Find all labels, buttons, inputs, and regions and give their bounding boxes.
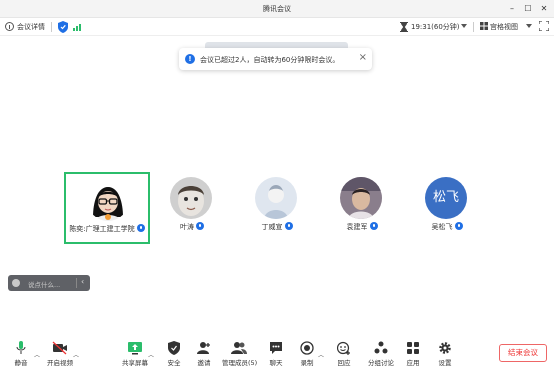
breakout-button[interactable]: 分组讨论 [364, 341, 398, 367]
collapse-arrow-icon[interactable]: ‹ [81, 277, 84, 286]
shield-icon [168, 341, 180, 355]
close-button[interactable]: ✕ [537, 2, 551, 16]
participant-name-row: 丁威宣 [234, 222, 320, 232]
avatar [340, 177, 382, 219]
avatar [255, 177, 297, 219]
participant-name: 叶涛 [180, 223, 194, 231]
microphone-icon [136, 224, 145, 232]
reaction-icon [337, 341, 350, 355]
invite-button[interactable]: 邀请 [187, 341, 221, 367]
microphone-icon [196, 222, 204, 230]
reactions-label: 回应 [337, 359, 351, 367]
video-off-icon [52, 341, 67, 355]
chevron-down-icon[interactable] [461, 24, 467, 28]
divider [473, 22, 474, 32]
security-label: 安全 [167, 359, 181, 367]
share-screen-icon [128, 342, 142, 355]
mute-button[interactable]: 静音 [4, 341, 38, 367]
participant-tile[interactable]: 袁建军 [319, 172, 405, 244]
chat-icon [270, 342, 282, 354]
participant-name: 袁建军 [346, 223, 368, 231]
participant-tile[interactable]: 丁威宣 [234, 172, 320, 244]
title-bar: 腾讯会议 – ☐ ✕ [0, 0, 554, 18]
settings-button[interactable]: 设置 [428, 341, 462, 367]
grid-view-icon [480, 22, 488, 30]
video-label: 开启视频 [47, 359, 73, 367]
minimize-button[interactable]: – [505, 2, 519, 16]
security-button[interactable]: 安全 [157, 341, 191, 367]
video-button[interactable]: 开启视频 [43, 341, 77, 367]
microphone-icon [16, 341, 26, 354]
gear-icon [439, 342, 451, 354]
bottom-toolbar: 静音 ︿ 开启视频 ︿ 共享屏幕 ︿ 安全 邀请 管理成员(5) 聊天 录制 ︿… [0, 338, 554, 370]
manage-members-label: 管理成员(5) [222, 359, 258, 367]
chevron-up-icon[interactable]: ︿ [34, 350, 40, 359]
avatar [87, 179, 129, 221]
chevron-up-icon[interactable]: ︿ [73, 350, 79, 359]
manage-members-button[interactable]: 管理成员(5) [222, 341, 258, 367]
meeting-details-link[interactable]: 会议详情 [17, 22, 45, 32]
microphone-icon [454, 222, 463, 230]
add-person-icon [197, 342, 210, 354]
record-icon [300, 341, 314, 355]
participant-tile[interactable]: 陈奕:广理工建工学院 [64, 172, 150, 244]
invite-label: 邀请 [197, 359, 211, 367]
apps-label: 应用 [406, 359, 420, 367]
hourglass-icon [400, 22, 408, 32]
chat-label: 聊天 [269, 359, 283, 367]
share-screen-button[interactable]: 共享屏幕 [118, 341, 152, 367]
breakout-label: 分组讨论 [368, 359, 394, 367]
divider [51, 22, 52, 32]
participant-name-row: 叶涛 [149, 222, 235, 232]
info-icon[interactable] [5, 22, 14, 31]
time-limit-notice: ! 会议已超过2人，自动转为60分钟限时会议。 × [179, 48, 372, 70]
close-icon[interactable]: × [359, 52, 367, 64]
end-meeting-button[interactable]: 结束会议 [499, 344, 547, 362]
emoji-icon[interactable] [12, 279, 20, 287]
notice-text: 会议已超过2人，自动转为60分钟限时会议。 [200, 56, 340, 64]
chat-input[interactable]: 说点什么... ‹ [8, 275, 90, 291]
apps-icon [407, 342, 419, 354]
settings-label: 设置 [438, 359, 452, 367]
info-icon: ! [185, 54, 195, 64]
participant-name: 陈奕:广理工建工学院 [69, 225, 135, 233]
maximize-button[interactable]: ☐ [521, 2, 535, 16]
participant-name-row: 袁建军 [319, 222, 405, 232]
participant-name: 吴松飞 [431, 223, 453, 231]
breakout-icon [374, 341, 388, 354]
participant-name-row: 吴松飞 [404, 222, 490, 232]
chevron-up-icon[interactable]: ︿ [148, 350, 154, 359]
shield-icon[interactable] [58, 21, 68, 33]
avatar [170, 177, 212, 219]
participant-tile[interactable]: 松飞 吴松飞 [404, 172, 490, 244]
microphone-icon [284, 222, 293, 230]
view-mode-selector[interactable]: 宫格视图 [490, 22, 518, 32]
window-title: 腾讯会议 [263, 5, 291, 13]
reactions-button[interactable]: 回应 [327, 341, 361, 367]
participant-tile[interactable]: 叶涛 [149, 172, 235, 244]
signal-icon[interactable] [73, 22, 83, 31]
microphone-icon [369, 222, 378, 230]
participant-name: 丁威宣 [261, 223, 283, 231]
mute-label: 静音 [14, 359, 28, 367]
apps-button[interactable]: 应用 [396, 341, 430, 367]
chevron-down-icon[interactable] [526, 24, 532, 28]
chat-button[interactable]: 聊天 [259, 341, 293, 367]
members-icon [231, 342, 247, 354]
avatar: 松飞 [425, 177, 467, 219]
chevron-up-icon[interactable]: ︿ [318, 350, 324, 359]
fullscreen-icon[interactable] [539, 21, 549, 31]
divider [76, 278, 77, 288]
share-screen-label: 共享屏幕 [122, 359, 148, 367]
participant-name-row: 陈奕:广理工建工学院 [66, 224, 148, 234]
info-bar: 会议详情 19:31(60分钟) 宫格视图 [0, 18, 554, 36]
meeting-timer[interactable]: 19:31(60分钟) [411, 22, 460, 32]
chat-placeholder: 说点什么... [28, 281, 61, 289]
